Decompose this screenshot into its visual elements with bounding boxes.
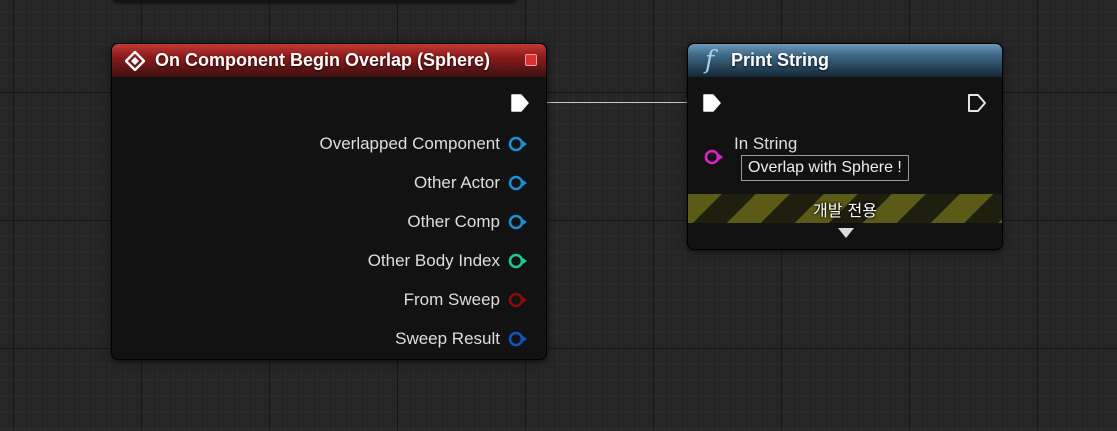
object-pin-icon[interactable] bbox=[508, 214, 528, 230]
close-icon[interactable] bbox=[525, 54, 537, 66]
integer-pin-icon[interactable] bbox=[508, 253, 528, 269]
exec-out-pin-icon[interactable] bbox=[510, 93, 530, 113]
pin-label-overlapped-component: Overlapped Component bbox=[319, 134, 500, 153]
event-diamond-icon bbox=[125, 51, 145, 71]
expand-arrow-icon[interactable] bbox=[838, 228, 854, 238]
pin-label-from-sweep: From Sweep bbox=[403, 290, 500, 309]
function-node-header[interactable]: f Print String bbox=[688, 44, 1002, 77]
development-only-label: 개발 전용 bbox=[813, 201, 877, 220]
function-node-title: Print String bbox=[731, 50, 829, 70]
in-string-input[interactable]: Overlap with Sphere ! bbox=[741, 155, 909, 181]
boolean-pin-icon[interactable] bbox=[508, 292, 528, 308]
pin-label-sweep-result: Sweep Result bbox=[395, 329, 500, 348]
in-string-label: In String bbox=[734, 134, 798, 153]
function-icon: f bbox=[705, 45, 715, 74]
upper-node-edge bbox=[113, 0, 517, 2]
function-node-print-string[interactable]: f Print String In String Overlap with Sp… bbox=[687, 43, 1003, 250]
object-pin-icon[interactable] bbox=[508, 136, 528, 152]
exec-wire[interactable] bbox=[528, 102, 688, 103]
exec-out-pin-icon[interactable] bbox=[967, 93, 987, 113]
exec-in-pin-icon[interactable] bbox=[702, 93, 722, 113]
pin-label-other-comp: Other Comp bbox=[407, 212, 500, 231]
event-node-header[interactable]: On Component Begin Overlap (Sphere) bbox=[112, 44, 546, 77]
pin-label-other-body-index: Other Body Index bbox=[367, 251, 500, 270]
object-pin-icon[interactable] bbox=[508, 175, 528, 191]
string-pin-icon[interactable] bbox=[704, 149, 724, 165]
event-node-begin-overlap[interactable]: On Component Begin Overlap (Sphere) Over… bbox=[111, 43, 547, 360]
struct-pin-icon[interactable] bbox=[508, 331, 528, 347]
event-node-title: On Component Begin Overlap (Sphere) bbox=[155, 50, 491, 70]
pin-label-other-actor: Other Actor bbox=[414, 173, 500, 192]
